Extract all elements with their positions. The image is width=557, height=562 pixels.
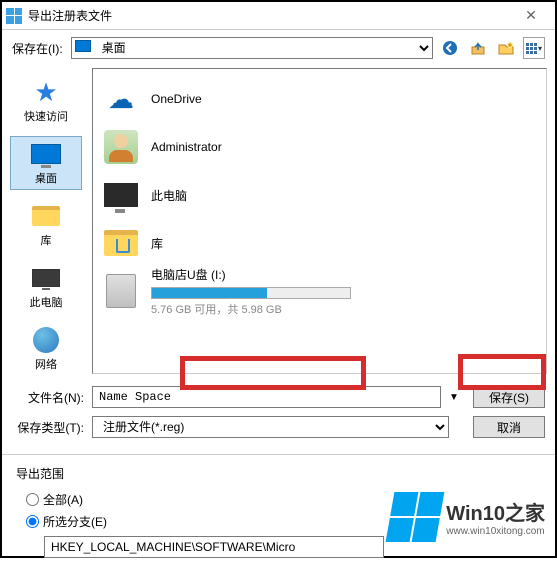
- filetype-select[interactable]: 注册文件(*.reg): [92, 416, 449, 438]
- item-label: 此电脑: [151, 187, 187, 204]
- desktop-icon: [31, 144, 61, 164]
- places-sidebar: ★ 快速访问 桌面 库 此电脑 网络: [2, 66, 90, 376]
- up-icon[interactable]: [467, 37, 489, 59]
- disk-icon: [106, 274, 136, 308]
- file-list[interactable]: ☁ OneDrive Administrator 此电脑 库 电脑店U盘 (I:…: [92, 68, 547, 374]
- list-item[interactable]: 此电脑: [93, 171, 546, 219]
- sidebar-item-quickaccess[interactable]: ★ 快速访问: [10, 74, 82, 128]
- group-title: 导出范围: [16, 465, 541, 482]
- sidebar-item-thispc[interactable]: 此电脑: [10, 260, 82, 314]
- window-title: 导出注册表文件: [28, 7, 511, 24]
- sidebar-item-label: 网络: [35, 356, 57, 372]
- sidebar-item-label: 此电脑: [30, 294, 63, 310]
- close-button[interactable]: ✕: [511, 2, 551, 30]
- item-sublabel: 5.76 GB 可用，共 5.98 GB: [151, 301, 351, 317]
- view-menu-button[interactable]: ▾: [523, 37, 545, 59]
- chevron-down-icon: ▾: [538, 44, 542, 53]
- main-area: ★ 快速访问 桌面 库 此电脑 网络 ☁ OneDrive Administra…: [2, 66, 555, 376]
- computer-icon: [32, 269, 60, 287]
- filename-input[interactable]: [92, 386, 441, 408]
- folder-icon: [32, 206, 60, 226]
- save-button[interactable]: 保存(S): [473, 386, 545, 408]
- sidebar-item-desktop[interactable]: 桌面: [10, 136, 82, 190]
- list-item[interactable]: 库: [93, 219, 546, 267]
- sidebar-item-label: 桌面: [35, 170, 57, 186]
- star-icon: ★: [34, 77, 57, 108]
- item-label: Administrator: [151, 140, 222, 154]
- list-item[interactable]: ☁ OneDrive: [93, 75, 546, 123]
- sidebar-item-label: 快速访问: [24, 108, 68, 124]
- computer-icon: [104, 183, 138, 207]
- save-in-select[interactable]: 桌面: [71, 37, 433, 59]
- back-icon[interactable]: [439, 37, 461, 59]
- watermark-brand: Win10之家: [446, 497, 545, 526]
- cancel-button[interactable]: 取消: [473, 416, 545, 438]
- watermark-url: www.win10xitong.com: [446, 526, 544, 537]
- filetype-label: 保存类型(T):: [12, 419, 84, 436]
- desktop-icon: [75, 40, 91, 52]
- sidebar-item-network[interactable]: 网络: [10, 322, 82, 376]
- radio-all-label: 全部(A): [43, 491, 83, 508]
- list-item[interactable]: 电脑店U盘 (I:) 5.76 GB 可用，共 5.98 GB: [93, 267, 546, 315]
- user-icon: [104, 130, 138, 164]
- save-in-row: 保存在(I): 桌面 ▾: [2, 30, 555, 66]
- filename-label: 文件名(N):: [12, 389, 84, 406]
- item-label: OneDrive: [151, 92, 202, 106]
- windows-logo-icon: [386, 492, 445, 542]
- onedrive-icon: ☁: [108, 84, 134, 115]
- list-item[interactable]: Administrator: [93, 123, 546, 171]
- separator: [2, 454, 555, 455]
- app-icon: [6, 8, 22, 24]
- branch-input[interactable]: [44, 536, 384, 558]
- chevron-down-icon[interactable]: ▼: [449, 392, 465, 403]
- titlebar: 导出注册表文件 ✕: [2, 2, 555, 30]
- network-icon: [33, 327, 59, 353]
- radio-branch-input[interactable]: [26, 515, 39, 528]
- library-icon: [104, 230, 138, 256]
- item-label: 库: [151, 235, 163, 252]
- new-folder-icon[interactable]: [495, 37, 517, 59]
- watermark: Win10之家 www.win10xitong.com: [390, 492, 545, 542]
- sidebar-item-libraries[interactable]: 库: [10, 198, 82, 252]
- radio-all-input[interactable]: [26, 493, 39, 506]
- save-in-label: 保存在(I):: [12, 40, 63, 57]
- radio-branch-label: 所选分支(E): [43, 513, 107, 530]
- bottom-panel: 文件名(N): ▼ 保存(S) 保存类型(T): 注册文件(*.reg) 取消: [2, 376, 555, 448]
- sidebar-item-label: 库: [41, 232, 52, 248]
- disk-usage-bar: [151, 287, 351, 299]
- item-label: 电脑店U盘 (I:): [151, 266, 351, 283]
